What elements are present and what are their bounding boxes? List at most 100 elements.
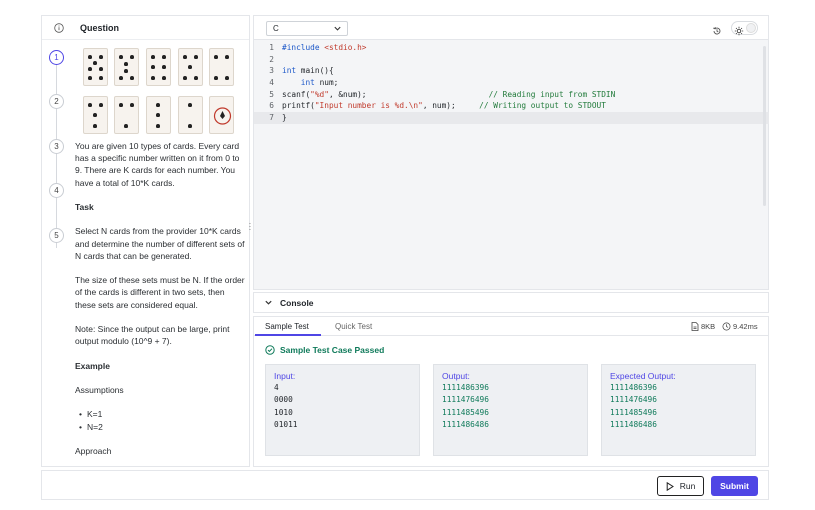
line-number: 1 [269, 43, 274, 52]
tab-quick-test[interactable]: Quick Test [335, 322, 372, 331]
chevron-down-icon [333, 24, 342, 35]
code-line: 4 int num; [254, 77, 769, 89]
code-text: #include <stdio.h> [282, 42, 367, 54]
code-text: printf("Input number is %d.\n", num); //… [282, 100, 606, 112]
intro-paragraph: You are given 10 types of cards. Every c… [75, 141, 240, 188]
input-line: 0000 [274, 395, 293, 405]
cards-image [75, 48, 247, 140]
question-panel: Question 1 2 3 4 5 You are given 10 type… [41, 15, 250, 467]
file-icon [691, 322, 699, 331]
input-line: 1010 [274, 407, 293, 417]
sun-icon [734, 23, 744, 41]
step-2[interactable]: 2 [49, 94, 64, 109]
playing-card [146, 96, 171, 134]
input-line: 01011 [274, 419, 298, 429]
code-token: printf( [282, 101, 315, 111]
code-area[interactable]: 1 #include <stdio.h> 2 3 int main(){ 4 int… [254, 42, 769, 290]
editor-scrollbar[interactable] [763, 46, 766, 206]
question-text: You are given 10 types of cards. Every c… [75, 140, 247, 457]
playing-card [83, 96, 108, 134]
submit-button[interactable]: Submit [711, 476, 758, 496]
assumption-list: K=1 N=2 [75, 408, 247, 432]
tab-sample-test[interactable]: Sample Test [255, 322, 321, 336]
console-label: Console [280, 297, 314, 308]
playing-card [83, 48, 108, 86]
expected-line: 1111486396 [610, 383, 657, 393]
code-text: scanf("%d", &num); // Reading input from… [282, 89, 615, 101]
code-line: 7} [254, 112, 769, 124]
console-toggle[interactable]: Console [253, 292, 769, 313]
code-text: int main(){ [282, 65, 334, 77]
editor-toolbar: C [254, 16, 768, 40]
output-box: Output: 1111486396 1111476496 1111485496… [433, 364, 588, 456]
theme-toggle[interactable] [731, 21, 758, 36]
memory-value: 8KB [701, 322, 716, 331]
playing-card [178, 48, 203, 86]
task-heading: Task [75, 202, 94, 212]
playing-card [209, 96, 234, 134]
action-footer: Run Submit [41, 470, 769, 500]
approach-label: Approach [75, 445, 112, 456]
example-heading: Example [75, 360, 110, 371]
code-keyword: #include [282, 43, 325, 52]
step-5[interactable]: 5 [49, 228, 64, 243]
size-paragraph: The size of these sets must be N. If the… [75, 275, 245, 310]
time-stat: 9.42ms [722, 322, 758, 331]
output-line: 1111486396 [442, 383, 489, 393]
output-title: Output: [442, 371, 470, 381]
info-icon[interactable] [51, 20, 67, 36]
status-message: Sample Test Case Passed [265, 345, 384, 355]
code-line: 2 [254, 54, 769, 66]
code-keyword: int [300, 78, 315, 88]
question-content: You are given 10 types of cards. Every c… [75, 48, 247, 464]
toggle-knob [746, 23, 756, 33]
time-value: 9.42ms [733, 322, 758, 331]
code-line: 5 scanf("%d", &num); // Reading input fro… [254, 89, 769, 101]
code-line: 6 printf("Input number is %d.\n", num); /… [254, 100, 769, 112]
resize-handle[interactable]: · · · [248, 220, 252, 234]
code-keyword: int [282, 66, 297, 76]
expected-line: 1111486486 [610, 419, 657, 429]
language-select[interactable]: C [266, 21, 348, 36]
playing-card [146, 48, 171, 86]
step-3[interactable]: 3 [49, 139, 64, 154]
code-token: } [282, 113, 287, 123]
expected-line: 1111476496 [610, 395, 657, 405]
output-line: 1111485496 [442, 407, 489, 417]
question-header: Question [42, 16, 249, 40]
input-line: 4 [274, 383, 279, 393]
expected-title: Expected Output: [610, 371, 676, 381]
question-stepper: 1 2 3 4 5 [48, 48, 66, 252]
line-number: 4 [269, 78, 274, 88]
code-string: "Input number is %d.\n" [314, 101, 423, 111]
code-editor: C 1 #include <stdio.h> 2 3 int main(){ 4 i… [253, 15, 769, 290]
memory-stat: 8KB [691, 322, 715, 331]
input-title: Input: [274, 371, 296, 381]
output-line: 1111476496 [442, 395, 489, 405]
run-button[interactable]: Run [657, 476, 704, 496]
playing-card [114, 96, 139, 134]
code-token: scanf( [282, 89, 311, 99]
line-number: 6 [269, 101, 274, 111]
code-string: "%d" [310, 89, 329, 99]
code-line: 1 #include <stdio.h> [254, 42, 769, 54]
question-title: Question [80, 22, 120, 33]
assumptions-label: Assumptions [75, 384, 124, 395]
play-icon [666, 481, 674, 491]
step-1[interactable]: 1 [49, 50, 64, 65]
line-number: 3 [269, 66, 274, 76]
history-icon[interactable] [712, 23, 722, 41]
code-text: int num; [282, 77, 339, 89]
list-item: K=1 [75, 408, 247, 420]
code-token: , num); [422, 101, 480, 111]
step-4[interactable]: 4 [49, 183, 64, 198]
task-paragraph: Select N cards from the provider 10*K ca… [75, 226, 245, 261]
list-item: N=2 [75, 421, 247, 433]
code-token: main(){ [296, 66, 334, 76]
test-result-panel: Sample Test Quick Test 8KB 9.42ms Sample… [253, 316, 769, 467]
output-line: 1111486486 [442, 419, 489, 429]
code-comment: // Writing output to STDOUT [479, 101, 606, 111]
status-text: Sample Test Case Passed [280, 345, 385, 355]
code-text: } [282, 112, 287, 124]
clock-icon [722, 322, 731, 331]
